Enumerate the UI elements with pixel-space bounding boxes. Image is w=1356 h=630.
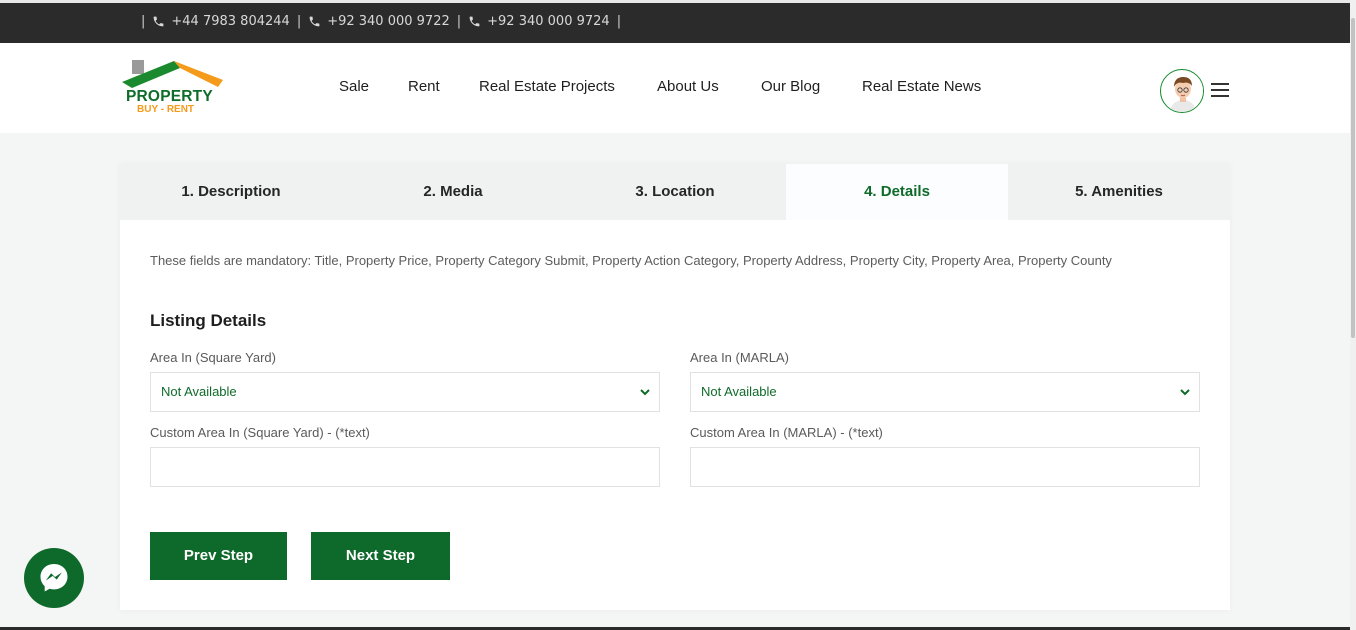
hamburger-menu-icon[interactable] <box>1211 83 1229 97</box>
mandatory-fields-notice: These fields are mandatory: Title, Prope… <box>150 253 1112 268</box>
logo-tagline: BUY - RENT <box>137 104 195 115</box>
area-square-yard-select[interactable]: Not Available <box>150 372 660 412</box>
separator: | <box>456 14 462 29</box>
site-header: PROPERTY BUY - RENT Sale Rent Real Estat… <box>0 43 1350 133</box>
phone-number: +92 340 000 9724 <box>487 14 610 29</box>
custom-area-square-yard-label: Custom Area In (Square Yard) - (*text) <box>150 425 370 440</box>
tab-location[interactable]: 3. Location <box>564 164 786 220</box>
phone-list: | +44 7983 804244 | +92 340 000 9722 | +… <box>134 14 628 29</box>
next-step-button[interactable]: Next Step <box>311 532 450 580</box>
nav-item-rent[interactable]: Rent <box>408 78 440 95</box>
phone-icon <box>469 16 480 27</box>
nav-item-real-estate-news[interactable]: Real Estate News <box>862 78 981 95</box>
area-marla-select[interactable]: Not Available <box>690 372 1200 412</box>
custom-area-marla-input[interactable] <box>690 447 1200 487</box>
user-avatar[interactable] <box>1160 69 1204 113</box>
chevron-down-icon <box>640 389 650 396</box>
prev-step-button[interactable]: Prev Step <box>150 532 287 580</box>
main-nav: Sale Rent Real Estate Projects About Us … <box>0 78 1350 98</box>
messenger-chat-button[interactable] <box>24 548 84 608</box>
nav-item-our-blog[interactable]: Our Blog <box>761 78 820 95</box>
phone-icon <box>154 16 164 27</box>
area-square-yard-label: Area In (Square Yard) <box>150 350 276 365</box>
selected-value: Not Available <box>161 384 237 399</box>
nav-item-real-estate-projects[interactable]: Real Estate Projects <box>479 78 615 95</box>
phone-link-1[interactable]: +44 7983 804244 <box>152 14 290 29</box>
avatar-icon <box>1162 71 1203 112</box>
tab-amenities[interactable]: 5. Amenities <box>1008 164 1230 220</box>
step-tabs: 1. Description 2. Media 3. Location 4. D… <box>120 164 1230 220</box>
tab-media[interactable]: 2. Media <box>342 164 564 220</box>
custom-area-marla-label: Custom Area In (MARLA) - (*text) <box>690 425 883 440</box>
phone-link-3[interactable]: +92 340 000 9724 <box>468 14 610 29</box>
phone-icon <box>309 16 320 27</box>
tab-description[interactable]: 1. Description <box>120 164 342 220</box>
scrollbar-thumb[interactable] <box>1351 18 1355 338</box>
chevron-down-icon <box>1180 389 1190 396</box>
submit-property-card: 1. Description 2. Media 3. Location 4. D… <box>120 164 1230 610</box>
separator: | <box>616 14 622 29</box>
separator: | <box>296 14 302 29</box>
area-marla-label: Area In (MARLA) <box>690 350 789 365</box>
phone-link-2[interactable]: +92 340 000 9722 <box>308 14 450 29</box>
separator: | <box>141 14 146 29</box>
selected-value: Not Available <box>701 384 777 399</box>
section-title: Listing Details <box>150 311 267 330</box>
custom-area-square-yard-input[interactable] <box>150 447 660 487</box>
page-scrollbar[interactable] <box>1350 0 1356 630</box>
phone-number: +92 340 000 9722 <box>327 14 450 29</box>
nav-item-about-us[interactable]: About Us <box>657 78 719 95</box>
messenger-icon <box>40 564 68 592</box>
phone-number: +44 7983 804244 <box>171 14 290 29</box>
nav-item-sale[interactable]: Sale <box>339 78 369 95</box>
tab-details[interactable]: 4. Details <box>786 164 1008 220</box>
top-contact-bar: | +44 7983 804244 | +92 340 000 9722 | +… <box>0 0 1350 43</box>
